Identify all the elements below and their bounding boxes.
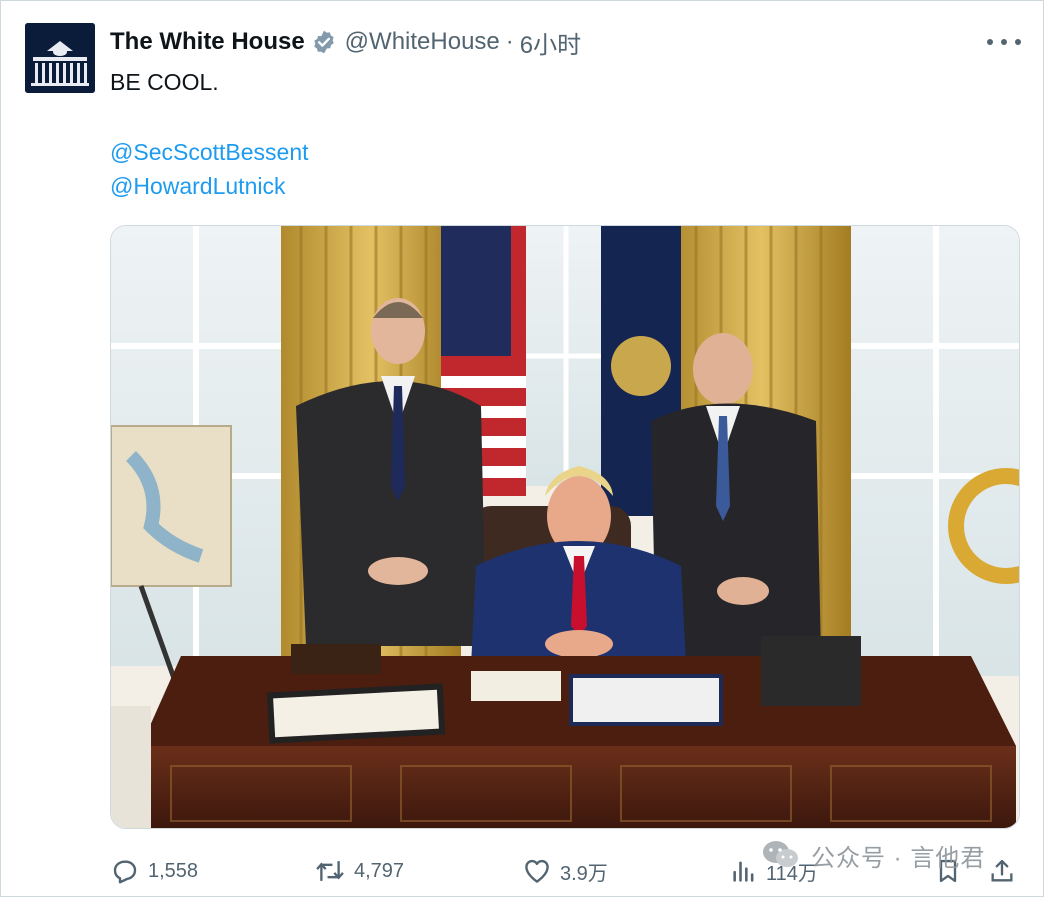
tweet-card[interactable]: The White House @WhiteHouse · 6小时 BE COO…: [0, 0, 1044, 897]
display-name[interactable]: The White House: [110, 28, 305, 56]
repost-icon: [316, 861, 344, 881]
share-button[interactable]: [988, 853, 1016, 889]
mention-link[interactable]: @SecScottBessent: [110, 139, 309, 166]
oval-office-photo: [111, 226, 1019, 828]
analytics-icon: [733, 861, 754, 882]
verified-badge-icon: [311, 29, 337, 55]
reply-button[interactable]: 1,558: [110, 853, 198, 889]
heart-icon: [525, 859, 549, 883]
mention-link[interactable]: @HowardLutnick: [110, 173, 285, 200]
white-house-logo-icon: [25, 23, 95, 93]
reply-count: 1,558: [148, 859, 199, 882]
like-button[interactable]: 3.9万: [522, 853, 608, 889]
tweet-header: The White House @WhiteHouse · 6小时: [110, 25, 581, 60]
like-count: 3.9万: [560, 862, 608, 885]
share-icon: [991, 859, 1013, 882]
separator-dot: ·: [505, 28, 514, 55]
user-handle[interactable]: @WhiteHouse: [345, 28, 500, 56]
repost-count: 4,797: [354, 859, 405, 882]
watermark-text: 公众号 · 言他君: [811, 844, 986, 872]
more-options-icon[interactable]: [987, 31, 1021, 53]
avatar[interactable]: [25, 23, 95, 93]
wechat-icon: [763, 841, 798, 867]
tweet-photo[interactable]: [110, 225, 1020, 829]
timestamp[interactable]: 6小时: [520, 25, 581, 60]
repost-button[interactable]: 4,797: [314, 853, 404, 889]
reply-icon: [113, 860, 137, 884]
tweet-text: BE COOL.: [110, 69, 219, 95]
wechat-watermark: 公众号 · 言他君: [761, 837, 985, 873]
